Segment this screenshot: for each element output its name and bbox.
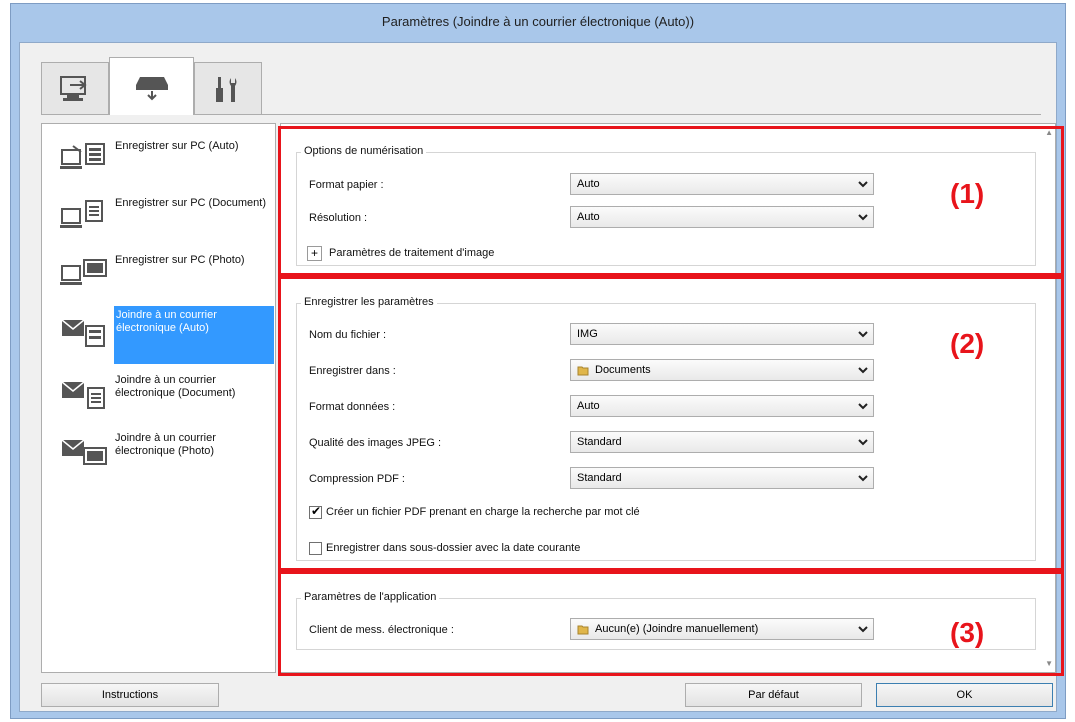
attach-email-photo-icon	[61, 439, 107, 465]
file-name-combo[interactable]: IMG	[570, 323, 874, 345]
list-item-attach-email-photo[interactable]: Joindre à un courrier électronique (Phot…	[42, 424, 275, 482]
save-to-pc-auto-icon	[60, 143, 105, 169]
chevron-down-icon	[858, 439, 868, 446]
settings-dialog: Paramètres (Joindre à un courrier électr…	[10, 3, 1066, 719]
save-to-pc-photo-icon	[60, 259, 107, 285]
list-item-attach-email-auto[interactable]: Joindre à un courrier électronique (Auto…	[42, 304, 275, 364]
group-title: Options de numérisation	[301, 145, 427, 157]
attach-email-document-icon	[61, 381, 105, 409]
group-title: Enregistrer les paramètres	[301, 296, 437, 308]
chevron-down-icon	[858, 475, 868, 482]
keyword-pdf-label[interactable]: Créer un fichier PDF prenant en charge l…	[326, 506, 640, 518]
list-item-label: Enregistrer sur PC (Document)	[115, 197, 266, 209]
select-value: Auto	[577, 211, 600, 223]
paper-size-select[interactable]: Auto	[570, 173, 874, 195]
date-subfolder-checkbox[interactable]	[309, 542, 322, 555]
select-value: IMG	[577, 328, 598, 340]
keyword-pdf-checkbox[interactable]: ✔	[309, 504, 322, 519]
resolution-label: Résolution :	[309, 212, 368, 224]
scan-from-operation-panel-icon	[135, 76, 168, 100]
tab-scan-from-computer[interactable]	[41, 62, 109, 114]
callout-number-1: (1)	[950, 178, 985, 209]
scan-from-computer-icon	[60, 75, 87, 101]
list-item-save-to-pc-document[interactable]: Enregistrer sur PC (Document)	[42, 189, 275, 247]
list-item-label: Joindre à un courrier électronique (Docu…	[115, 374, 236, 399]
chevron-down-icon	[858, 214, 868, 221]
instructions-button[interactable]: Instructions	[41, 683, 219, 707]
chevron-down-icon	[858, 367, 868, 374]
callout-number-2: (2)	[950, 328, 985, 359]
list-item-attach-email-document[interactable]: Joindre à un courrier électronique (Docu…	[42, 366, 275, 424]
file-name-label: Nom du fichier :	[309, 329, 387, 341]
list-item-save-to-pc-auto[interactable]: Enregistrer sur PC (Auto)	[42, 132, 275, 190]
image-processing-settings-label[interactable]: Paramètres de traitement d'image	[329, 247, 494, 259]
select-value: Aucun(e) (Joindre manuellement)	[595, 623, 759, 635]
tab-scan-from-operation-panel[interactable]	[109, 57, 194, 115]
list-item-label: Joindre à un courrier électronique (Auto…	[114, 306, 274, 364]
select-value: Standard	[577, 436, 622, 448]
jpeg-quality-label: Qualité des images JPEG :	[309, 437, 442, 449]
data-format-select[interactable]: Auto	[570, 395, 874, 417]
resolution-select[interactable]: Auto	[570, 206, 874, 228]
window-title: Paramètres (Joindre à un courrier électr…	[381, 14, 695, 29]
checkmark-icon: ✔	[311, 504, 322, 518]
expand-plus-icon[interactable]: +	[307, 246, 322, 261]
select-value: Auto	[577, 400, 600, 412]
pdf-compression-label: Compression PDF :	[309, 473, 405, 485]
tab-general-settings[interactable]	[194, 62, 262, 114]
scan-mode-list: Enregistrer sur PC (Auto) Enregistrer su…	[41, 123, 276, 673]
general-settings-icon	[216, 76, 237, 102]
email-client-select[interactable]: Aucun(e) (Joindre manuellement)	[570, 618, 874, 640]
chevron-down-icon	[858, 626, 868, 633]
ok-button[interactable]: OK	[876, 683, 1053, 707]
date-subfolder-label[interactable]: Enregistrer dans sous-dossier avec la da…	[326, 542, 580, 554]
chevron-down-icon	[858, 331, 868, 338]
folder-icon	[577, 366, 589, 376]
folder-icon	[577, 625, 589, 635]
defaults-button[interactable]: Par défaut	[685, 683, 862, 707]
chevron-down-icon	[858, 181, 868, 188]
select-value: Standard	[577, 472, 622, 484]
dialog-client-area: Enregistrer sur PC (Auto) Enregistrer su…	[19, 42, 1064, 712]
list-item-save-to-pc-photo[interactable]: Enregistrer sur PC (Photo)	[42, 246, 275, 304]
group-title: Paramètres de l'application	[301, 591, 440, 603]
list-item-label: Joindre à un courrier électronique (Phot…	[115, 432, 216, 457]
data-format-label: Format données :	[309, 401, 396, 413]
email-client-label: Client de mess. électronique :	[309, 624, 454, 636]
chevron-down-icon	[858, 403, 868, 410]
list-item-label: Enregistrer sur PC (Auto)	[115, 140, 239, 152]
list-item-label: Enregistrer sur PC (Photo)	[115, 254, 245, 266]
save-to-pc-document-icon	[60, 200, 103, 228]
paper-size-label: Format papier :	[309, 179, 384, 191]
select-value: Documents	[595, 364, 651, 376]
save-in-select[interactable]: Documents	[570, 359, 874, 381]
save-in-label: Enregistrer dans :	[309, 365, 396, 377]
pdf-compression-select[interactable]: Standard	[570, 467, 874, 489]
jpeg-quality-select[interactable]: Standard	[570, 431, 874, 453]
select-value: Auto	[577, 178, 600, 190]
callout-number-3: (3)	[950, 617, 985, 648]
attach-email-auto-icon	[61, 319, 105, 347]
